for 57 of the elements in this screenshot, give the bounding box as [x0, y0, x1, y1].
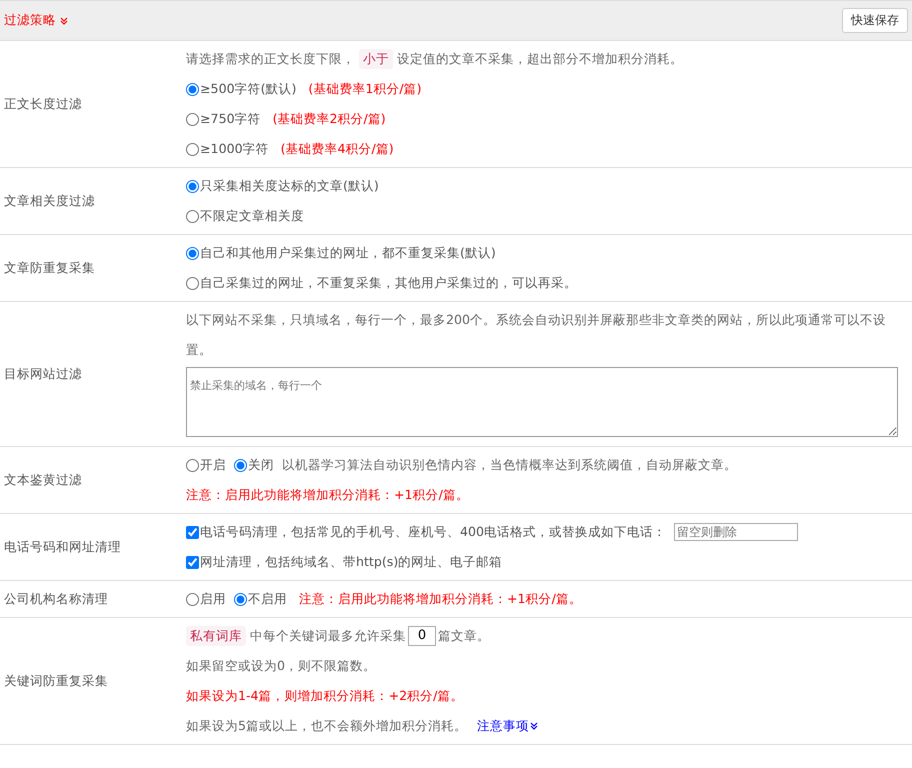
radio-option[interactable]: 自己和其他用户采集过的网址，都不重复采集(默认)	[186, 238, 496, 268]
radio-button[interactable]	[186, 592, 199, 606]
notice-text: (基础费率2积分/篇)	[272, 110, 386, 128]
notice-text: 注意：启用此功能将增加积分消耗：+1积分/篇。	[186, 486, 469, 504]
quick-save-button[interactable]: 快速保存	[842, 8, 908, 33]
radio-option[interactable]: 只采集相关度达标的文章(默认)	[186, 171, 379, 201]
description-text: 如果留空或设为0，则不限篇数。	[186, 657, 376, 675]
description-text: 篇文章。	[438, 627, 490, 645]
checkbox[interactable]	[186, 556, 199, 568]
notes-link[interactable]: 注意事项	[477, 711, 538, 741]
row-label: 电话号码和网址清理	[3, 538, 122, 556]
radio-option[interactable]: 开启	[186, 450, 226, 480]
description-text: 设定值的文章不采集，超出部分不增加积分消耗。	[397, 50, 683, 68]
notice-text: 如果设为1-4篇，则增加积分消耗：+2积分/篇。	[186, 687, 464, 705]
radio-option[interactable]: 自己采集过的网址，不重复采集，其他用户采集过的，可以再采。	[186, 268, 577, 298]
radio-button[interactable]	[186, 112, 199, 126]
chevron-icon	[60, 16, 68, 24]
description-text: 以下网站不采集，只填域名，每行一个，最多200个。系统会自动识别并屏蔽那些非文章类的网站，所以此项通常可以不设置。	[186, 311, 888, 359]
keyword-tag: 私有词库	[186, 626, 246, 646]
checkbox-option[interactable]: 电话号码清理，包括常见的手机号、座机号、400电话格式，或替换成如下电话：	[186, 517, 666, 547]
radio-option[interactable]: ≥750字符	[186, 104, 261, 134]
notice-text: (基础费率1积分/篇)	[308, 80, 422, 98]
radio-button[interactable]	[186, 142, 199, 156]
checkbox-option[interactable]: 网址清理，包括纯域名、带http(s)的网址、电子邮箱	[186, 547, 502, 577]
radio-option[interactable]: 关闭	[234, 450, 274, 480]
notice-text: (基础费率4积分/篇)	[280, 140, 394, 158]
row-label: 文本鉴黄过滤	[3, 472, 83, 488]
radio-button[interactable]	[186, 458, 199, 472]
checkbox[interactable]	[186, 526, 199, 538]
row-label: 关键词防重复采集	[3, 672, 109, 690]
domain-textarea[interactable]: 禁止采集的域名，每行一个	[186, 367, 898, 437]
radio-option[interactable]: ≥1000字符	[186, 134, 269, 164]
radio-option[interactable]: 不启用	[234, 584, 287, 614]
radio-option[interactable]: ≥500字符(默认)	[186, 74, 296, 104]
radio-button[interactable]	[186, 246, 199, 260]
radio-button[interactable]	[186, 210, 199, 222]
chevron-icon	[530, 722, 538, 730]
row-label: 公司机构名称清理	[3, 590, 109, 608]
notice-text: 注意：启用此功能将增加积分消耗：+1积分/篇。	[299, 590, 582, 608]
description-text: 请选择需求的正文长度下限，	[186, 50, 355, 68]
keyword-tag: 小于	[359, 49, 393, 69]
description-text: 中每个关键词最多允许采集	[250, 627, 406, 645]
row-label: 文章防重复采集	[3, 260, 96, 276]
radio-button[interactable]	[186, 180, 199, 192]
radio-option[interactable]: 启用	[186, 584, 226, 614]
radio-button[interactable]	[234, 592, 247, 606]
row-label: 正文长度过滤	[3, 96, 83, 112]
description-text: 如果设为5篇或以上，也不会额外增加积分消耗。	[186, 717, 468, 735]
radio-button[interactable]	[234, 458, 247, 472]
row-label: 目标网站过滤	[3, 366, 83, 382]
description-text: 以机器学习算法自动识别色情内容，当色情概率达到系统阈值，自动屏蔽文章。	[282, 456, 737, 474]
radio-button[interactable]	[186, 82, 199, 96]
phone-input-field[interactable]: 留空则删除	[674, 523, 798, 541]
radio-button[interactable]	[186, 276, 199, 290]
row-label: 文章相关度过滤	[3, 192, 96, 210]
count-input-field[interactable]: 0	[408, 626, 436, 646]
radio-option[interactable]: 不限定文章相关度	[186, 201, 304, 231]
